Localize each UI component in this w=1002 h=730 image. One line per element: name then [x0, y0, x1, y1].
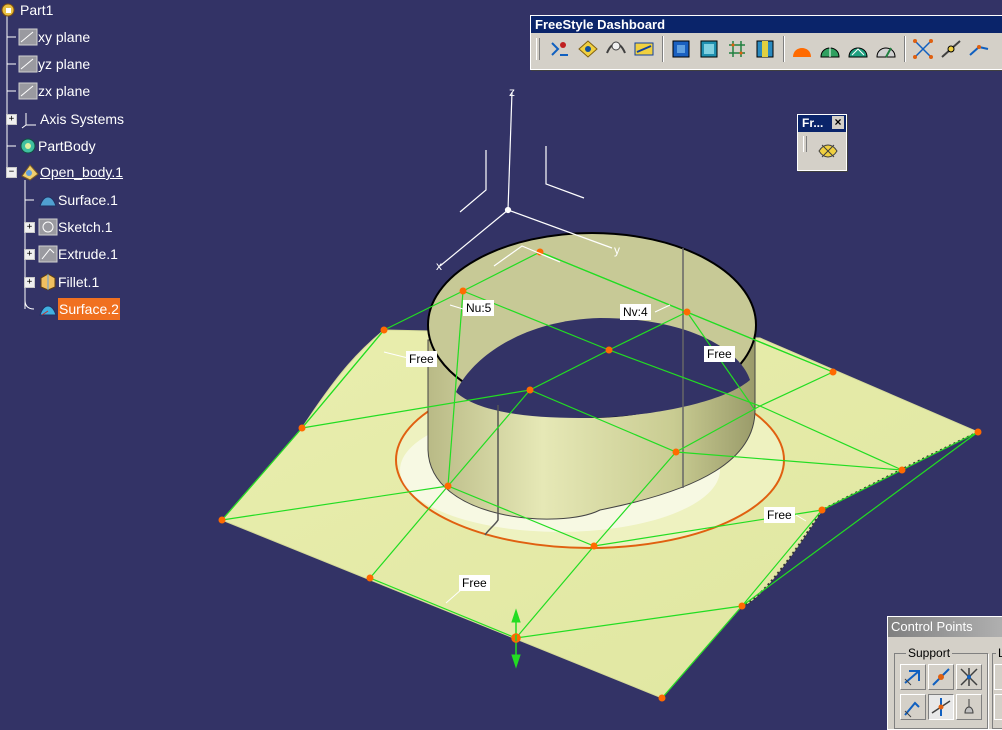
toolbar-title: FreeStyle Dashboard [531, 16, 1002, 33]
plane-icon [18, 81, 38, 101]
plane-icon [18, 27, 38, 47]
surface-icon [38, 190, 58, 210]
expand-toggle[interactable]: + [24, 222, 35, 233]
surface-analysis-icon[interactable] [790, 37, 814, 61]
open-body-icon [20, 162, 40, 182]
law-icon-2[interactable] [994, 694, 1002, 720]
toolbar-separator [783, 36, 785, 62]
free-label-top-right: Free [704, 346, 735, 362]
support-normal-icon[interactable] [900, 664, 926, 690]
free-label-left: Free [406, 351, 437, 367]
nv-label: Nv:4 [620, 304, 651, 320]
support-mesh-lines-icon[interactable] [956, 664, 982, 690]
plane-selection-icon[interactable] [753, 37, 777, 61]
support-compass-icon[interactable] [928, 664, 954, 690]
view-plane-icon[interactable] [669, 37, 693, 61]
match-curve-icon[interactable] [939, 37, 963, 61]
compass-settings-icon[interactable] [632, 37, 656, 61]
support-local-tangent-icon[interactable] [928, 694, 954, 720]
law-icon-1[interactable] [994, 664, 1002, 690]
toolbar-grip[interactable] [803, 136, 807, 152]
toolbar-grip[interactable] [536, 38, 540, 60]
toolbar-separator [904, 36, 906, 62]
nu-label: Nu:5 [463, 300, 495, 316]
datum-icon[interactable] [576, 37, 600, 61]
body-icon [18, 136, 38, 156]
continuity-analysis-icon[interactable] [818, 37, 842, 61]
axis-z-label: z [509, 85, 515, 99]
collapse-toggle[interactable]: − [6, 167, 17, 178]
mini-floating-toolbar[interactable]: Fr... × [797, 114, 847, 171]
specification-tree: Part1 xy plane yz plane zx plane + Axis … [0, 0, 160, 330]
fr-tool-icon[interactable] [816, 139, 840, 163]
axis-y-label: y [614, 243, 620, 257]
freestyle-dashboard-toolbar[interactable]: FreeStyle Dashboard [530, 15, 1002, 70]
draft-analysis-icon[interactable] [874, 37, 898, 61]
axis-system-icon [20, 109, 40, 129]
control-points-dialog[interactable]: Control Points Support L [887, 616, 1002, 730]
plane-icon [18, 54, 38, 74]
expand-toggle[interactable]: + [24, 277, 35, 288]
support-screen-icon[interactable] [956, 694, 982, 720]
grid-icon[interactable] [725, 37, 749, 61]
close-icon[interactable]: × [832, 116, 844, 129]
control-points-icon[interactable] [911, 37, 935, 61]
support-local-normal-icon[interactable] [900, 694, 926, 720]
free-label-right: Free [764, 507, 795, 523]
toolbar-separator [662, 36, 664, 62]
surface-icon [38, 299, 58, 319]
fill-icon[interactable] [967, 37, 991, 61]
support-group-label: Support [906, 646, 953, 660]
geometry-icon[interactable] [604, 37, 628, 61]
dialog-title: Control Points [888, 617, 1002, 637]
curvature-analysis-icon[interactable] [846, 37, 870, 61]
expand-toggle[interactable]: + [6, 114, 17, 125]
part-icon [0, 0, 20, 20]
mini-toolbar-title: Fr... × [798, 115, 846, 132]
normal-plane-icon[interactable] [697, 37, 721, 61]
second-group-label: L [996, 646, 1002, 660]
free-label-bottom: Free [459, 575, 490, 591]
fillet-icon [38, 272, 58, 292]
sketch-icon [38, 217, 58, 237]
expand-toggle[interactable]: + [24, 249, 35, 260]
dynamic-settings-icon[interactable] [548, 37, 572, 61]
extrude-icon [38, 244, 58, 264]
axis-x-label: x [436, 259, 442, 273]
